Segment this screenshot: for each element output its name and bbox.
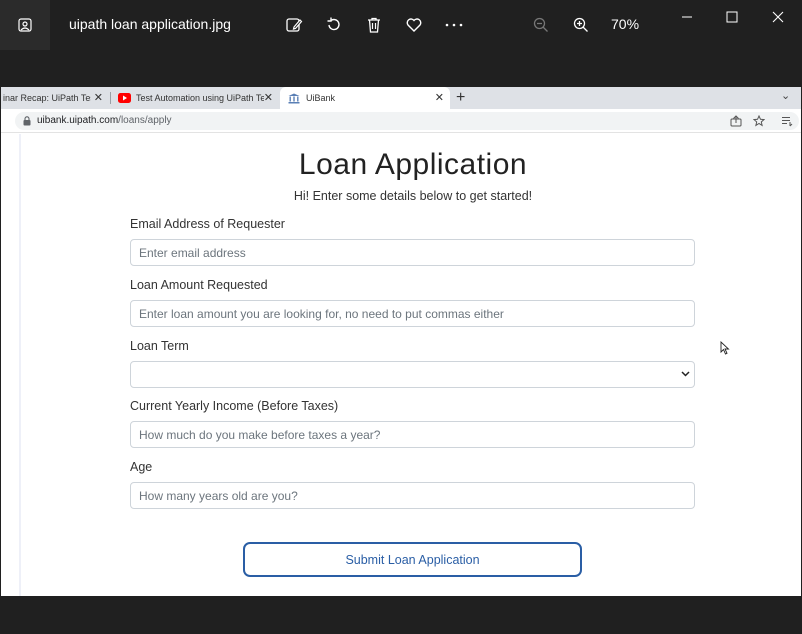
favorite-icon — [406, 18, 422, 32]
browser-tabstrip: inar Recap: UiPath Test A ✕ Test Automat… — [1, 87, 801, 109]
tab-label: Test Automation using UiPath Te — [136, 93, 264, 103]
zoom-in-button[interactable] — [569, 13, 593, 37]
age-field[interactable] — [130, 482, 695, 509]
tab-close-icon[interactable]: ✕ — [435, 91, 444, 105]
loan-amount-label: Loan Amount Requested — [130, 278, 268, 292]
income-label: Current Yearly Income (Before Taxes) — [130, 399, 339, 413]
minimize-button[interactable] — [675, 5, 699, 29]
rotate-icon — [327, 17, 340, 31]
gallery-icon — [18, 18, 32, 32]
bank-icon — [288, 93, 300, 103]
zoom-level[interactable]: 70% — [611, 16, 639, 32]
more-icon — [445, 23, 463, 27]
edit-image-icon — [286, 18, 303, 32]
tab-divider — [110, 92, 111, 104]
zoom-out-button[interactable] — [529, 13, 553, 37]
income-field[interactable] — [130, 421, 695, 448]
viewer-background — [0, 50, 802, 87]
photo-viewer-titlebar: uipath loan application.jpg 70% — [0, 0, 802, 50]
window-close-button[interactable] — [766, 5, 790, 29]
zoom-in-icon — [573, 17, 588, 32]
close-icon — [772, 11, 784, 23]
delete-icon — [368, 17, 380, 33]
url-path: /loans/apply — [118, 115, 172, 126]
more-button[interactable] — [442, 13, 466, 37]
loan-application-page: Loan Application Hi! Enter some details … — [1, 134, 801, 596]
gallery-button[interactable] — [0, 0, 50, 50]
file-name: uipath loan application.jpg — [69, 16, 231, 32]
youtube-icon — [118, 93, 131, 103]
chevron-down-icon — [681, 371, 690, 377]
page-subtitle: Hi! Enter some details below to get star… — [293, 189, 533, 203]
new-tab-button[interactable]: + — [456, 89, 465, 107]
tab-close-icon[interactable]: ✕ — [264, 91, 273, 105]
maximize-button[interactable] — [720, 5, 744, 29]
url-host: uibank.uipath.com — [37, 115, 119, 126]
rotate-button[interactable] — [322, 13, 346, 37]
zoom-out-icon — [533, 17, 548, 32]
loan-amount-field[interactable] — [130, 300, 695, 327]
lock-icon[interactable] — [23, 116, 31, 126]
tab-close-icon[interactable]: ✕ — [94, 91, 103, 105]
tab-label: inar Recap: UiPath Test A — [3, 93, 91, 103]
mouse-cursor-icon — [720, 341, 730, 355]
browser-tab-active[interactable]: UiBank ✕ — [280, 87, 450, 109]
minimize-icon — [682, 16, 692, 18]
email-label: Email Address of Requester — [130, 217, 285, 231]
reading-list-icon[interactable] — [781, 115, 793, 127]
share-icon[interactable] — [730, 115, 742, 127]
browser-tab[interactable]: inar Recap: UiPath Test A ✕ — [1, 87, 109, 109]
delete-button[interactable] — [362, 13, 386, 37]
tab-label: UiBank — [306, 93, 336, 103]
maximize-icon — [726, 11, 738, 23]
viewer-background-bottom — [0, 596, 802, 634]
page-title: Loan Application — [298, 148, 528, 181]
bookmark-star-icon[interactable] — [753, 115, 765, 127]
email-field[interactable] — [130, 239, 695, 266]
loan-term-select[interactable] — [130, 361, 695, 388]
age-label: Age — [130, 460, 153, 474]
address-bar: uibank.uipath.com/loans/apply — [1, 109, 801, 133]
url-text[interactable]: uibank.uipath.com/loans/apply — [37, 115, 172, 126]
submit-loan-button[interactable]: Submit Loan Application — [243, 542, 582, 577]
page-sidebar-edge — [19, 134, 21, 596]
browser-tab[interactable]: Test Automation using UiPath Te ✕ — [112, 87, 279, 109]
browser-screenshot: inar Recap: UiPath Test A ✕ Test Automat… — [1, 87, 801, 596]
edit-image-button[interactable] — [282, 13, 306, 37]
favorite-button[interactable] — [402, 13, 426, 37]
loan-term-label: Loan Term — [130, 339, 189, 353]
tab-search-icon[interactable]: ⌄ — [781, 89, 790, 102]
